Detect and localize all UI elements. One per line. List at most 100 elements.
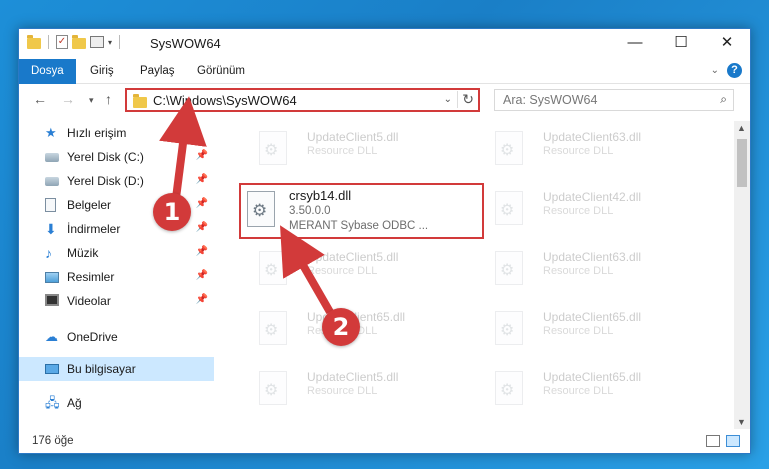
file-description: Resource DLL <box>307 385 378 397</box>
close-button[interactable]: ✕ <box>704 29 750 59</box>
file-name: UpdateClient65.dll <box>543 370 642 384</box>
up-arrow-icon[interactable]: ↑ <box>105 91 112 107</box>
toolbar-separator <box>48 35 49 49</box>
address-path[interactable]: C:\Windows\SysWOW64 <box>153 93 297 108</box>
explorer-window: ✓ ▾ SysWOW64 — ☐ ✕ Dosya Giriş Paylaş Gö… <box>18 28 751 454</box>
sidebar-item-disk-c[interactable]: Yerel Disk (C:) 📌 <box>19 145 214 169</box>
dll-file-icon <box>495 311 523 345</box>
star-icon: ★ <box>45 125 57 140</box>
list-item[interactable]: UpdateClient5.dll Resource DLL <box>239 365 469 415</box>
maximize-button[interactable]: ☐ <box>658 29 704 59</box>
pin-icon[interactable]: 📌 <box>196 174 208 185</box>
dll-file-icon <box>259 371 287 405</box>
tab-giris[interactable]: Giriş <box>78 59 126 84</box>
step-badge-2: 2 <box>322 308 360 346</box>
refresh-icon[interactable]: ↻ <box>457 91 474 108</box>
customize-dropdown-icon[interactable]: ▾ <box>108 38 112 47</box>
navigation-pane: ★ Hızlı erişim Yerel Disk (C:) 📌 Yerel D… <box>19 121 214 421</box>
search-input[interactable]: Ara: SysWOW64 ⌕ <box>494 89 734 111</box>
file-description: MERANT Sybase ODBC ... <box>289 220 429 232</box>
network-icon: 🖧 <box>45 395 60 410</box>
folder-icon <box>133 94 147 108</box>
list-item[interactable]: UpdateClient63.dll Resource DLL <box>475 245 705 295</box>
file-version: 3.50.0.0 <box>289 205 331 217</box>
pictures-icon <box>45 272 59 283</box>
sidebar-item-label: Yerel Disk (C:) <box>67 150 144 164</box>
tab-paylas[interactable]: Paylaş <box>128 59 187 84</box>
list-item[interactable]: UpdateClient65.dll Resource DLL <box>475 305 705 355</box>
drive-icon <box>45 177 59 186</box>
forward-arrow-icon[interactable]: → <box>61 91 75 107</box>
file-name: UpdateClient42.dll <box>543 190 642 204</box>
sidebar-item-quick-access[interactable]: ★ Hızlı erişim <box>19 121 214 145</box>
item-count: 176 öğe <box>32 435 74 447</box>
dll-file-icon <box>259 311 287 345</box>
details-view-icon[interactable] <box>706 435 720 447</box>
sidebar-item-disk-d[interactable]: Yerel Disk (D:) 📌 <box>19 169 214 193</box>
list-item[interactable]: UpdateClient65.dll Resource DLL <box>475 365 705 415</box>
pin-icon[interactable]: 📌 <box>196 246 208 257</box>
pin-icon[interactable]: 📌 <box>196 294 208 305</box>
sidebar-item-label: Videolar <box>67 294 111 308</box>
tab-gorunum[interactable]: Görünüm <box>185 59 257 84</box>
address-bar[interactable]: C:\Windows\SysWOW64 ⌄ ↻ <box>125 88 480 112</box>
list-item[interactable]: UpdateClient5.dll Resource DLL <box>239 245 469 295</box>
sidebar-item-label: Ağ <box>67 396 82 410</box>
file-name: UpdateClient5.dll <box>307 250 399 264</box>
quick-access-toolbar: ✓ ▾ <box>27 34 123 49</box>
back-arrow-icon[interactable]: ← <box>33 91 47 107</box>
view-options-icon[interactable] <box>90 36 104 48</box>
videos-icon <box>45 294 59 306</box>
search-icon[interactable]: ⌕ <box>720 92 727 107</box>
dll-file-icon <box>495 371 523 405</box>
sidebar-item-this-pc[interactable]: Bu bilgisayar <box>19 357 214 381</box>
toolbar-separator <box>119 35 121 49</box>
ribbon-expand-icon[interactable]: ⌄ <box>711 65 719 76</box>
dll-file-icon <box>259 131 287 165</box>
recent-locations-icon[interactable]: ▾ <box>89 95 94 106</box>
tiles-view-icon[interactable] <box>726 435 740 447</box>
pin-icon[interactable]: 📌 <box>196 150 208 161</box>
document-icon <box>45 198 56 212</box>
file-name: UpdateClient5.dll <box>307 130 399 144</box>
sidebar-item-network[interactable]: 🖧 Ağ <box>19 391 214 415</box>
vertical-scrollbar[interactable]: ▲ ▼ <box>734 121 750 429</box>
sidebar-item-pictures[interactable]: Resimler 📌 <box>19 265 214 289</box>
file-name: UpdateClient63.dll <box>543 250 642 264</box>
sidebar-item-onedrive[interactable]: ☁ OneDrive <box>19 325 214 349</box>
help-icon[interactable]: ? <box>727 63 742 78</box>
list-item[interactable]: UpdateClient63.dll Resource DLL <box>475 125 705 175</box>
tab-dosya[interactable]: Dosya <box>19 59 76 84</box>
pin-icon[interactable]: 📌 <box>196 222 208 233</box>
pin-icon[interactable]: 📌 <box>196 198 208 209</box>
folder-icon[interactable] <box>27 34 41 49</box>
sidebar-item-label: Belgeler <box>67 198 112 212</box>
music-icon: ♪ <box>45 245 52 261</box>
ribbon-tabs: Dosya Giriş Paylaş Görünüm ⌄ ? <box>19 59 750 84</box>
ribbon-right-controls: ⌄ ? <box>711 63 742 78</box>
sidebar-item-videos[interactable]: Videolar 📌 <box>19 289 214 313</box>
scroll-up-icon[interactable]: ▲ <box>737 123 746 133</box>
file-name: UpdateClient63.dll <box>543 130 642 144</box>
view-toggle <box>706 435 740 447</box>
scroll-thumb[interactable] <box>737 139 747 187</box>
sidebar-item-music[interactable]: ♪ Müzik 📌 <box>19 241 214 265</box>
window-title: SysWOW64 <box>150 36 221 51</box>
search-placeholder: Ara: SysWOW64 <box>503 93 598 107</box>
computer-icon <box>45 364 59 374</box>
sidebar-item-label: Resimler <box>67 270 115 284</box>
address-dropdown-icon[interactable]: ⌄ <box>444 94 452 105</box>
highlighted-dll-file[interactable]: crsyb14.dll 3.50.0.0 MERANT Sybase ODBC … <box>239 183 484 239</box>
pin-icon[interactable]: 📌 <box>196 270 208 281</box>
cloud-icon: ☁ <box>45 329 58 344</box>
list-item[interactable]: UpdateClient5.dll Resource DLL <box>239 125 469 175</box>
file-description: Resource DLL <box>543 385 614 397</box>
properties-check-icon[interactable]: ✓ <box>56 35 68 49</box>
sidebar-item-label: OneDrive <box>67 330 118 344</box>
minimize-button[interactable]: — <box>612 29 658 59</box>
new-folder-icon[interactable] <box>72 34 86 49</box>
list-item[interactable]: UpdateClient42.dll Resource DLL <box>475 185 705 235</box>
file-description: Resource DLL <box>543 145 614 157</box>
sidebar-item-label: İndirmeler <box>67 222 121 236</box>
scroll-down-icon[interactable]: ▼ <box>737 417 746 427</box>
